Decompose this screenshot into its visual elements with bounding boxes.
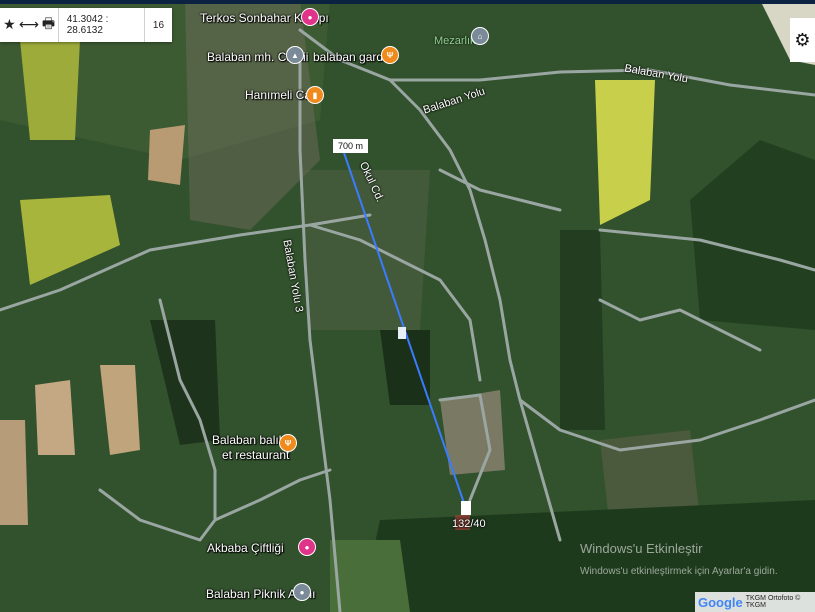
- farm-poi-icon[interactable]: ●: [298, 538, 316, 556]
- activation-watermark: Windows'u Etkinleştir: [580, 541, 703, 556]
- print-icon[interactable]: 🖶: [39, 8, 58, 42]
- place-mezarlik-label: Mezarlık: [434, 35, 476, 47]
- satellite-map[interactable]: [0, 0, 815, 612]
- cafe-poi-icon[interactable]: ▮: [306, 86, 324, 104]
- place-balik-label: Balaban balık: [212, 433, 285, 447]
- camping-poi-icon[interactable]: ●: [301, 8, 319, 26]
- cemetery-poi-icon[interactable]: ⌂: [471, 27, 489, 45]
- parcel-label: 132/40: [452, 518, 486, 530]
- place-akbaba-label: Akbaba Çiftliği: [207, 541, 284, 555]
- settings-gear-icon[interactable]: ⚙: [790, 18, 815, 62]
- place-balik-label-2: et restaurant: [222, 448, 290, 462]
- restaurant-poi-icon[interactable]: Ψ: [381, 46, 399, 64]
- map-credit: Google TKGM Ortofoto © TKGM: [695, 592, 815, 612]
- activation-watermark-subtext: Windows'u etkinleştirmek için Ayarlar'a …: [580, 566, 778, 577]
- zoom-level: 16: [152, 19, 165, 31]
- google-logo: Google: [698, 594, 743, 610]
- coordinates-readout: 41.3042 : 28.6132: [66, 14, 109, 36]
- fish-restaurant-poi-icon[interactable]: Ψ: [279, 434, 297, 452]
- distance-label: 700 m: [333, 139, 369, 153]
- measure-icon[interactable]: ⟷: [19, 8, 39, 42]
- star-icon[interactable]: ★: [0, 8, 19, 42]
- mosque-poi-icon[interactable]: ▲: [286, 46, 304, 64]
- map-toolbar: ★ ⟷ 🖶 41.3042 : 28.6132 16: [0, 8, 172, 42]
- credit-text: TKGM Ortofoto © TKGM: [745, 595, 801, 609]
- picnic-poi-icon[interactable]: ●: [293, 583, 311, 601]
- top-bar: [0, 0, 815, 4]
